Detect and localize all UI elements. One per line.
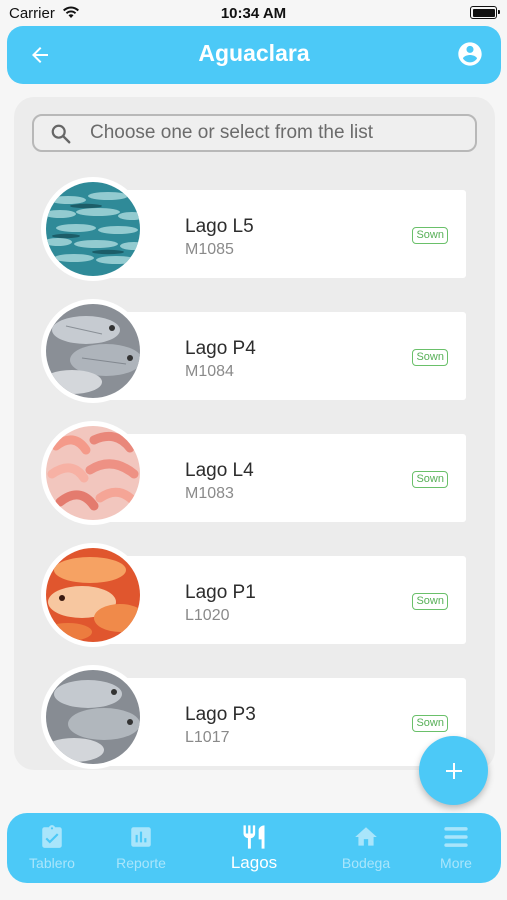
app-bar: Aguaclara	[7, 26, 501, 84]
nav-label: More	[440, 855, 472, 871]
list-item-lago-p3[interactable]: Lago P3 L1017 Sown	[41, 665, 468, 769]
list-item-lago-p1[interactable]: Lago P1 L1020 Sown	[41, 543, 468, 647]
status-badge: Sown	[412, 349, 448, 366]
tilapia-image	[46, 670, 140, 764]
account-circle-icon	[458, 42, 482, 66]
lake-name: Lago L4	[185, 460, 254, 481]
app-screen: Carrier 10:34 AM Aguaclara Choose one or…	[0, 0, 507, 900]
nav-item-more[interactable]: More	[411, 813, 501, 883]
search-icon	[51, 124, 71, 144]
status-bar: Carrier 10:34 AM	[0, 0, 507, 28]
nav-label: Lagos	[230, 853, 278, 872]
status-badge: Sown	[412, 227, 448, 244]
menu-icon	[444, 827, 468, 847]
status-badge: Sown	[412, 715, 448, 732]
lake-code: L1017	[185, 729, 230, 746]
status-badge: Sown	[412, 593, 448, 610]
clipboard-check-icon	[42, 825, 62, 848]
lakes-list-panel: Lago L5 M1085 Sown	[14, 97, 495, 770]
lake-code: M1083	[185, 485, 234, 502]
nav-item-tablero[interactable]: Tablero	[7, 813, 97, 883]
lake-name: Lago P1	[185, 582, 256, 603]
lake-name: Lago P4	[185, 338, 256, 359]
lake-avatar	[41, 177, 145, 281]
list-item-lago-p4[interactable]: Lago P4 M1084 Sown	[41, 299, 468, 403]
battery-icon	[470, 6, 500, 19]
lake-avatar	[41, 299, 145, 403]
account-button[interactable]	[456, 40, 484, 68]
nav-item-reporte[interactable]: Reporte	[96, 813, 186, 883]
list-item-lago-l4[interactable]: Lago L4 M1083 Sown	[41, 421, 468, 525]
add-lake-button[interactable]	[419, 736, 488, 805]
shrimp-image	[46, 426, 140, 520]
bottom-nav: Tablero Reporte Lagos Bodega More	[7, 813, 501, 883]
lake-code: M1085	[185, 241, 234, 258]
red-tilapia-image	[46, 548, 140, 642]
lake-name: Lago P3	[185, 704, 256, 725]
nav-label: Bodega	[341, 855, 391, 871]
nav-item-lagos[interactable]: Lagos	[209, 813, 299, 883]
fork-knife-icon	[243, 825, 265, 849]
list-item-lago-l5[interactable]: Lago L5 M1085 Sown	[41, 177, 468, 281]
nav-item-bodega[interactable]: Bodega	[321, 813, 411, 883]
lake-code: L1020	[185, 607, 230, 624]
lake-name: Lago L5	[185, 216, 254, 237]
page-title: Aguaclara	[198, 40, 310, 66]
tilapia-image	[46, 304, 140, 398]
lake-avatar	[41, 421, 145, 525]
status-badge: Sown	[412, 471, 448, 488]
lake-avatar	[41, 665, 145, 769]
nav-label: Tablero	[29, 855, 75, 871]
lake-avatar	[41, 543, 145, 647]
lake-code: M1084	[185, 363, 234, 380]
home-icon	[355, 827, 377, 846]
search-input[interactable]	[90, 120, 460, 146]
bar-chart-icon	[131, 827, 151, 847]
search-field[interactable]	[32, 114, 477, 152]
nav-label: Reporte	[116, 855, 166, 871]
plus-icon	[445, 762, 462, 779]
clock: 10:34 AM	[220, 5, 287, 22]
fish-school-image	[46, 182, 140, 276]
